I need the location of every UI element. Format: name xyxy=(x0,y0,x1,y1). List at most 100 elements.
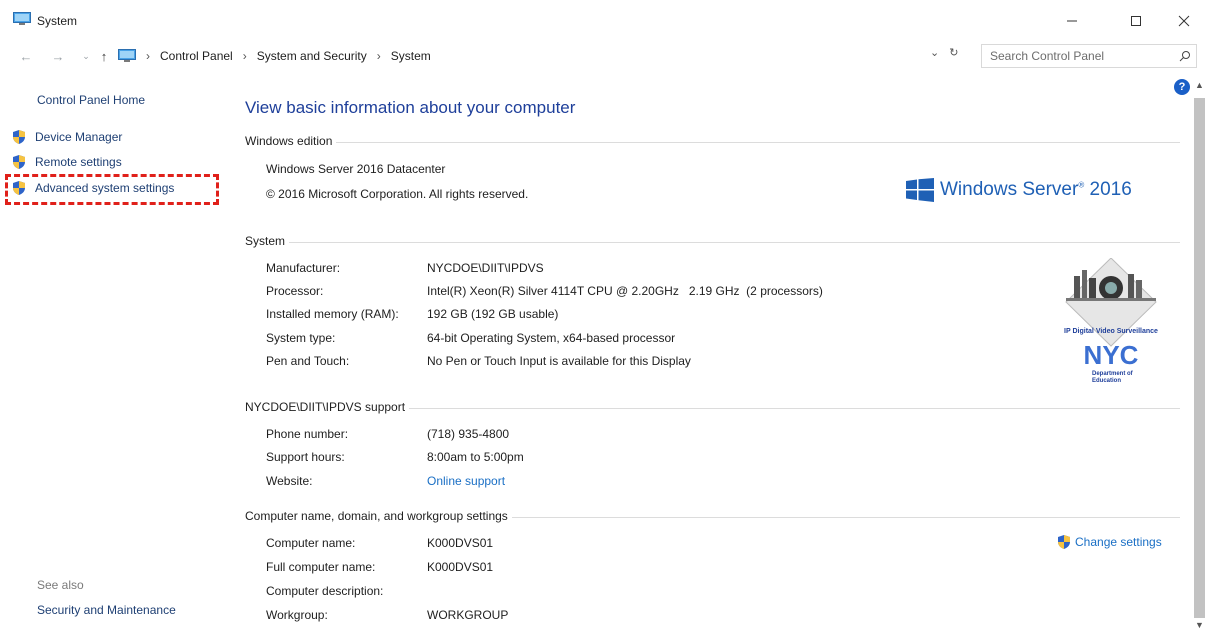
computer-name-section-title: Computer name, domain, and workgroup set… xyxy=(245,509,1180,523)
full-computer-name-value: K000DVS01 xyxy=(427,560,494,574)
address-bar[interactable]: › Control Panel › System and Security › … xyxy=(118,44,972,68)
remote-settings-link[interactable]: Remote settings xyxy=(11,154,122,170)
pen-touch-label: Pen and Touch: xyxy=(266,354,350,368)
system-type-value: 64-bit Operating System, x64-based proce… xyxy=(427,331,676,345)
breadcrumb-separator: › xyxy=(376,49,381,63)
breadcrumb-separator: › xyxy=(146,49,150,63)
refresh-icon[interactable]: ↻ xyxy=(949,46,958,59)
help-icon[interactable]: ? xyxy=(1174,79,1190,95)
see-also-label: See also xyxy=(37,578,84,592)
oem-dept-line2: Education xyxy=(1092,378,1121,384)
phone-row: Phone number: (718) 935-4800 xyxy=(266,427,509,441)
support-hours-value: 8:00am to 5:00pm xyxy=(427,450,524,464)
phone-label: Phone number: xyxy=(266,427,349,441)
computer-name-row: Computer name: K000DVS01 xyxy=(266,536,493,550)
oem-dept-line1: Department of xyxy=(1092,371,1134,377)
minimize-icon xyxy=(1067,20,1077,22)
chevron-down-icon: ⌄ xyxy=(82,50,90,61)
logo-registered-mark: ® xyxy=(1078,180,1085,190)
breadcrumb-system[interactable]: System xyxy=(391,49,431,63)
manufacturer-value: NYCDOE\DIIT\IPDVS xyxy=(427,261,544,275)
logo-year: 2016 xyxy=(1089,179,1132,200)
full-computer-name-label: Full computer name: xyxy=(266,560,376,574)
window-title: System xyxy=(37,14,78,28)
phone-value: (718) 935-4800 xyxy=(427,427,510,441)
website-label: Website: xyxy=(266,474,313,488)
search-icon[interactable] xyxy=(1174,50,1196,62)
website-row: Website: Online support xyxy=(266,474,505,488)
control-panel-icon xyxy=(118,49,136,62)
workgroup-label: Workgroup: xyxy=(266,608,328,622)
uac-shield-icon xyxy=(13,155,25,169)
page-title: View basic information about your comput… xyxy=(245,98,576,117)
minimize-button[interactable] xyxy=(1052,6,1092,36)
change-settings-link[interactable]: Change settings xyxy=(1056,534,1162,550)
forward-button[interactable]: → xyxy=(48,46,68,66)
memory-row: Installed memory (RAM): 192 GB (192 GB u… xyxy=(266,307,558,321)
section-divider xyxy=(511,516,1180,518)
edition-value: Windows Server 2016 Datacenter xyxy=(266,162,446,176)
processor-label: Processor: xyxy=(266,284,324,298)
processor-row: Processor: Intel(R) Xeon(R) Silver 4114T… xyxy=(266,284,823,298)
scroll-thumb[interactable] xyxy=(1194,98,1205,618)
support-hours-row: Support hours: 8:00am to 5:00pm xyxy=(266,450,524,464)
recent-locations-button[interactable]: ⌄ xyxy=(76,46,96,66)
workgroup-row: Workgroup: WORKGROUP xyxy=(266,608,508,622)
uac-shield-icon xyxy=(13,130,25,144)
online-support-link[interactable]: Online support xyxy=(427,474,505,488)
up-arrow-icon: ↑ xyxy=(100,48,108,64)
support-title: NYCDOE\DIIT\IPDVS support xyxy=(245,400,406,414)
left-navigation-pane: Control Panel Home Device Manager Remote… xyxy=(5,70,230,634)
back-arrow-icon: ← xyxy=(19,48,33,64)
system-type-label: System type: xyxy=(266,331,336,345)
computer-name-title: Computer name, domain, and workgroup set… xyxy=(245,509,508,523)
memory-value: 192 GB (192 GB usable) xyxy=(427,307,559,321)
vertical-scrollbar[interactable]: ▲ ▼ xyxy=(1192,80,1207,634)
search-input[interactable]: Search Control Panel xyxy=(990,49,1174,63)
oem-caption: IP Digital Video Surveillance xyxy=(1064,328,1158,335)
logo-product-name: Windows Server xyxy=(940,179,1079,200)
memory-label: Installed memory (RAM): xyxy=(266,307,399,321)
windows-server-logo: Windows Server® 2016 xyxy=(906,178,1132,202)
search-box[interactable]: Search Control Panel xyxy=(981,44,1197,68)
remote-settings-label: Remote settings xyxy=(35,155,122,169)
oem-brand: NYC xyxy=(1084,340,1139,370)
maximize-icon xyxy=(1131,16,1141,26)
scroll-down-icon[interactable]: ▼ xyxy=(1195,620,1204,630)
scroll-up-icon[interactable]: ▲ xyxy=(1195,80,1204,90)
breadcrumb-system-and-security[interactable]: System and Security xyxy=(257,49,367,63)
system-monitor-icon xyxy=(13,12,31,25)
breadcrumb-control-panel[interactable]: Control Panel xyxy=(160,49,233,63)
pen-touch-value: No Pen or Touch Input is available for t… xyxy=(427,354,691,368)
navigation-bar: ← → ⌄ ↑ › Control Panel › System and Sec… xyxy=(0,42,1207,70)
system-title: System xyxy=(245,234,286,248)
address-dropdown-icon[interactable]: ⌄ xyxy=(930,46,939,59)
maximize-button[interactable] xyxy=(1116,6,1156,36)
close-icon xyxy=(1178,15,1190,27)
main-content: View basic information about your comput… xyxy=(230,70,1190,634)
control-panel-home-link[interactable]: Control Panel Home xyxy=(37,93,145,107)
edition-row: Windows Server 2016 Datacenter xyxy=(266,162,445,176)
windows-logo-icon xyxy=(906,178,934,202)
processor-value: Intel(R) Xeon(R) Silver 4114T CPU @ 2.20… xyxy=(427,284,823,298)
windows-edition-title: Windows edition xyxy=(245,134,333,148)
back-button[interactable]: ← xyxy=(16,46,36,66)
copyright-row: © 2016 Microsoft Corporation. All rights… xyxy=(266,187,528,201)
computer-description-label: Computer description: xyxy=(266,584,384,598)
close-button[interactable] xyxy=(1164,6,1204,36)
highlight-annotation-box xyxy=(5,174,219,205)
system-type-row: System type: 64-bit Operating System, x6… xyxy=(266,331,675,345)
workgroup-value: WORKGROUP xyxy=(427,608,509,622)
security-and-maintenance-link[interactable]: Security and Maintenance xyxy=(37,603,176,617)
title-bar: System xyxy=(0,0,1207,40)
uac-shield-icon xyxy=(1058,535,1070,549)
device-manager-label: Device Manager xyxy=(35,130,123,144)
support-section-title: NYCDOE\DIIT\IPDVS support xyxy=(245,400,1180,414)
up-button[interactable]: ↑ xyxy=(94,46,114,66)
computer-description-row: Computer description: xyxy=(266,584,427,598)
device-manager-link[interactable]: Device Manager xyxy=(11,129,122,145)
computer-name-value: K000DVS01 xyxy=(427,536,494,550)
section-divider xyxy=(336,141,1180,143)
support-hours-label: Support hours: xyxy=(266,450,345,464)
system-section-title: System xyxy=(245,234,1180,248)
